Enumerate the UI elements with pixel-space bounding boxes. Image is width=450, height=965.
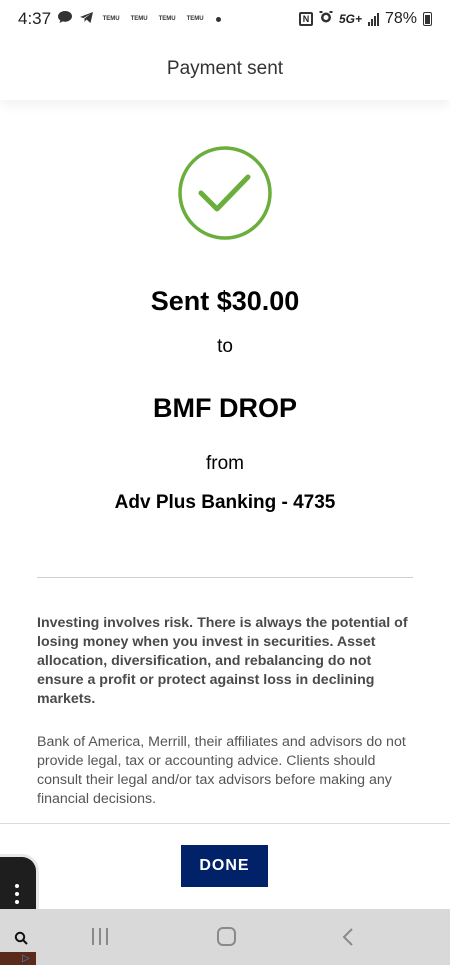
source-account: Adv Plus Banking - 4735 — [114, 492, 336, 513]
payment-sent-screen: 4:37 TEMU TEMU TEMU TEMU N 5G+ 78% Payme… — [0, 0, 450, 965]
more-notifications-dot-icon — [216, 16, 222, 22]
sent-amount: Sent $30.00 — [150, 286, 300, 316]
home-icon[interactable] — [217, 927, 236, 946]
battery-percent: 78% — [384, 10, 417, 27]
divider — [37, 577, 413, 578]
kebab-menu-icon — [15, 884, 19, 904]
temu-notification-icon: TEMU — [130, 15, 148, 22]
checkmark-circle-icon — [177, 145, 273, 241]
action-bar: DONE — [0, 823, 450, 909]
back-icon[interactable] — [342, 928, 354, 951]
ad-choices-icon[interactable]: ▷ — [22, 953, 30, 964]
nfc-icon: N — [298, 12, 313, 26]
status-bar: 4:37 TEMU TEMU TEMU TEMU N 5G+ 78% — [0, 0, 450, 38]
recents-icon[interactable] — [92, 928, 108, 945]
battery-icon — [423, 12, 432, 26]
search-icon[interactable] — [14, 931, 28, 950]
alarm-icon — [319, 10, 333, 29]
ad-banner[interactable] — [0, 952, 36, 965]
from-label: from — [206, 453, 244, 474]
temu-notification-icon: TEMU — [158, 15, 176, 22]
advice-disclaimer: Bank of America, Merrill, their affiliat… — [37, 734, 406, 807]
header: Payment sent — [0, 38, 450, 100]
system-nav-bar — [0, 909, 450, 965]
done-button[interactable]: DONE — [181, 845, 268, 887]
temu-notification-icon: TEMU — [186, 15, 204, 22]
chat-icon — [57, 9, 73, 29]
telegram-icon — [79, 9, 94, 29]
status-time: 4:37 — [18, 9, 52, 28]
network-type: 5G+ — [338, 12, 362, 26]
signal-icon — [367, 12, 379, 26]
temu-notification-icon: TEMU — [102, 15, 120, 22]
to-label: to — [217, 336, 233, 357]
investing-disclaimer: Investing involves risk. There is always… — [37, 615, 408, 707]
recipient-name: BMF DROP — [153, 393, 297, 423]
page-title: Payment sent — [166, 58, 284, 79]
